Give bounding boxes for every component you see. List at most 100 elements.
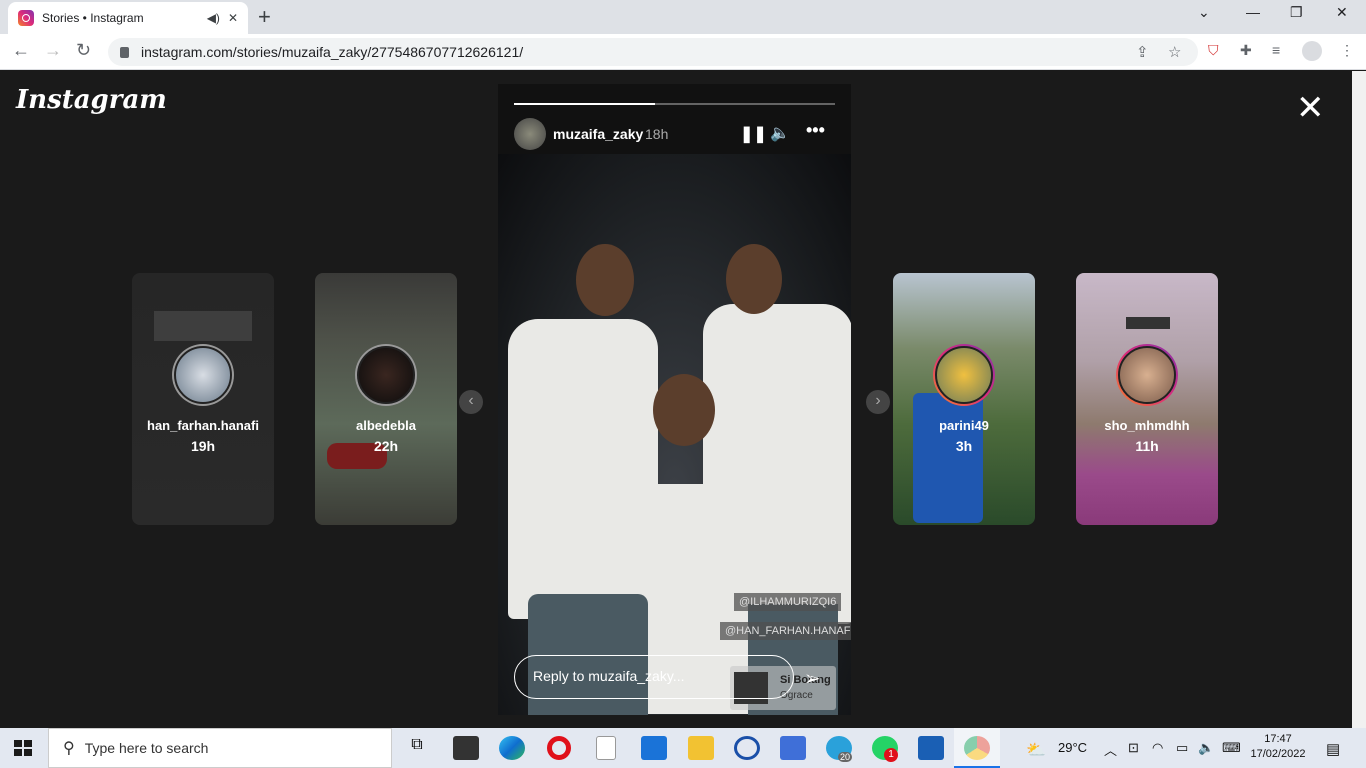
story-avatar-ring: [355, 344, 417, 406]
phone-app-icon[interactable]: [734, 736, 760, 760]
minimize-button[interactable]: —: [1246, 4, 1260, 20]
search-icon: ⚲: [63, 740, 75, 757]
tray-chevron-icon[interactable]: ︿: [1104, 740, 1117, 759]
next-story-button[interactable]: ›: [866, 390, 890, 414]
windows-start-icon[interactable]: [14, 740, 32, 756]
bookmark-star-icon[interactable]: ☆: [1168, 43, 1181, 61]
blue-chair-image: [913, 393, 983, 523]
story-owner-avatar[interactable]: [514, 118, 546, 150]
story-avatar-ring: [172, 344, 234, 406]
more-options-icon[interactable]: •••: [806, 120, 825, 141]
lock-icon: [120, 46, 129, 58]
story-time: 11h: [1135, 438, 1159, 454]
story-avatar-ring: [1116, 344, 1178, 406]
new-tab-button[interactable]: +: [258, 4, 271, 30]
instagram-favicon-icon: [18, 10, 34, 26]
person-left-head: [576, 244, 634, 316]
speaker-icon[interactable]: 🔈: [1198, 740, 1214, 756]
chrome-active-indicator: [954, 728, 1000, 768]
window-close-button[interactable]: ✕: [1336, 4, 1348, 21]
previous-story-button[interactable]: ‹: [459, 390, 483, 414]
story-time: 22h: [373, 438, 399, 454]
task-view-icon[interactable]: ⧉: [404, 736, 430, 760]
media-control-icon[interactable]: ≡: [1272, 42, 1280, 58]
maximize-button[interactable]: ❐: [1290, 4, 1303, 21]
address-url: instagram.com/stories/muzaifa_zaky/27754…: [141, 44, 524, 60]
tab-search-chevron-icon[interactable]: ⌄: [1198, 4, 1210, 21]
browser-tab[interactable]: Stories • Instagram ◀) ✕: [8, 2, 248, 34]
mention-tag[interactable]: @ILHAMMURIZQI6: [734, 593, 842, 611]
extensions-puzzle-icon[interactable]: ✚: [1240, 42, 1252, 59]
profile-avatar-icon[interactable]: [1302, 41, 1322, 61]
story-username: parini49: [939, 418, 989, 433]
reply-input[interactable]: [533, 668, 773, 684]
forward-button[interactable]: →: [44, 40, 62, 61]
story-progress-bar: [514, 103, 835, 105]
wifi-icon[interactable]: ◠: [1152, 740, 1163, 756]
story-preview-albedebla[interactable]: albedebla 22h: [315, 273, 457, 525]
story-preview-sticker: [1126, 317, 1170, 329]
battery-icon[interactable]: ▭: [1176, 740, 1188, 756]
reply-box[interactable]: [514, 655, 794, 699]
browser-tab-strip: Stories • Instagram ◀) ✕ + ⌄ — ❐ ✕: [0, 0, 1366, 34]
story-time: 3h: [955, 438, 973, 454]
opera-icon[interactable]: [547, 736, 571, 760]
page-scrollbar[interactable]: [1352, 71, 1366, 728]
share-icon[interactable]: ⇪: [1136, 43, 1149, 61]
taskbar-search-box[interactable]: ⚲ Type here to search: [48, 728, 392, 768]
story-preview-han-farhan[interactable]: han_farhan.hanafi 19h: [132, 273, 274, 525]
extension-shield-icon[interactable]: ⛉: [1208, 42, 1219, 59]
person-center-head: [653, 374, 715, 446]
notification-icon[interactable]: ▤: [1326, 740, 1340, 758]
mw-app-icon[interactable]: [453, 736, 479, 760]
tab-title: Stories • Instagram: [42, 11, 144, 25]
taskbar-search-placeholder: Type here to search: [84, 740, 209, 756]
telegram-badge: 20: [838, 752, 853, 762]
story-preview-parini49[interactable]: parini49 3h: [893, 273, 1035, 525]
stories-page: Instagram ✕ han_farhan.hanafi 19h albede…: [0, 71, 1352, 728]
avatar: [174, 346, 232, 404]
browser-menu-icon[interactable]: ⋮: [1340, 42, 1354, 59]
volume-icon[interactable]: 🔈: [770, 123, 790, 143]
story-time: 19h: [190, 438, 216, 454]
story-owner-username[interactable]: muzaifa_zaky: [553, 126, 643, 142]
keyboard-icon[interactable]: ⌨: [1222, 740, 1241, 756]
browser-toolbar: ← → ↻ instagram.com/stories/muzaifa_zaky…: [0, 34, 1366, 70]
current-story[interactable]: muzaifa_zaky 18h ❚❚ 🔈 ••• @ILHAMMURIZQI6…: [498, 84, 851, 715]
story-username: han_farhan.hanafi: [147, 418, 259, 433]
edge-icon[interactable]: [499, 736, 525, 760]
story-username: sho_mhmdhh: [1104, 418, 1190, 433]
story-preview-caption-image: [154, 311, 252, 341]
weather-temperature[interactable]: 29°C: [1058, 740, 1087, 755]
avatar: [357, 346, 415, 404]
tab-close-icon[interactable]: ✕: [228, 11, 238, 25]
file-explorer-icon[interactable]: [688, 736, 714, 760]
mail-icon[interactable]: [641, 736, 667, 760]
instagram-logo[interactable]: Instagram: [16, 85, 167, 115]
media-player-icon[interactable]: [918, 736, 944, 760]
avatar: [1118, 346, 1176, 404]
system-clock[interactable]: 17:47 17/02/2022: [1248, 732, 1308, 762]
story-preview-sho-mhmdhh[interactable]: sho_mhmdhh 11h: [1076, 273, 1218, 525]
back-button[interactable]: ←: [12, 40, 30, 61]
clock-date: 17/02/2022: [1250, 748, 1306, 760]
story-owner-time: 18h: [645, 126, 669, 142]
weather-icon[interactable]: ⛅: [1026, 740, 1046, 760]
close-stories-icon[interactable]: ✕: [1296, 91, 1325, 125]
address-bar[interactable]: instagram.com/stories/muzaifa_zaky/27754…: [108, 38, 1198, 66]
send-icon[interactable]: ➢: [804, 666, 821, 691]
whatsapp-badge: 1: [884, 748, 898, 762]
store-icon[interactable]: [780, 736, 806, 760]
person-right-head: [726, 244, 782, 314]
pause-icon[interactable]: ❚❚: [740, 124, 767, 144]
notepad-icon[interactable]: [596, 736, 616, 760]
tab-audio-icon[interactable]: ◀): [207, 11, 220, 25]
windows-taskbar: ⚲ Type here to search ⧉ 20 1 ⛅ 29°C ︿ ⊡ …: [0, 728, 1366, 768]
clock-time: 17:47: [1264, 733, 1292, 745]
mention-tag[interactable]: @HAN_FARHAN.HANAFI: [720, 622, 851, 640]
avatar: [935, 346, 993, 404]
tray-device-icon[interactable]: ⊡: [1128, 740, 1139, 756]
story-avatar-ring: [933, 344, 995, 406]
story-username: albedebla: [356, 418, 416, 433]
reload-button[interactable]: ↻: [76, 40, 91, 61]
